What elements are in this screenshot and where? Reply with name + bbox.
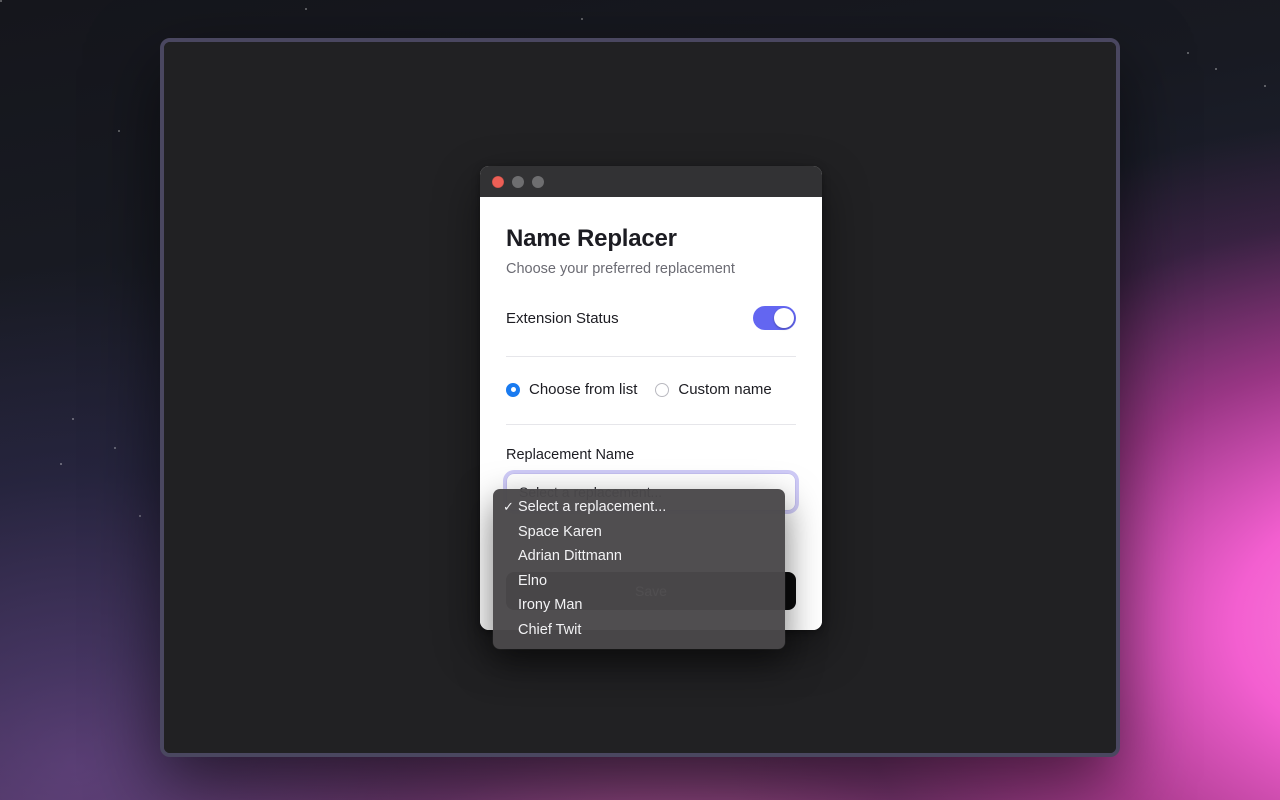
wallpaper-star bbox=[139, 515, 141, 517]
wallpaper-star bbox=[72, 418, 74, 420]
replacement-name-dropdown-menu[interactable]: ✓ Select a replacement... Space Karen Ad… bbox=[493, 489, 785, 649]
dropdown-item-adrian-dittmann[interactable]: Adrian Dittmann bbox=[493, 544, 785, 569]
zoom-window-button[interactable] bbox=[532, 175, 544, 188]
dropdown-item-label: Elno bbox=[518, 572, 548, 589]
wallpaper-star bbox=[581, 18, 583, 20]
dropdown-item-elno[interactable]: Elno bbox=[493, 569, 785, 594]
dropdown-item-label: Select a replacement... bbox=[518, 499, 667, 516]
dropdown-item-label: Irony Man bbox=[518, 597, 583, 614]
wallpaper-star bbox=[118, 130, 120, 132]
dropdown-item-label: Chief Twit bbox=[518, 621, 582, 638]
extension-status-row: Extension Status bbox=[506, 306, 796, 331]
wallpaper-star bbox=[305, 8, 307, 10]
radio-icon-unchecked bbox=[655, 382, 670, 397]
popup-titlebar bbox=[480, 166, 822, 197]
dropdown-item-space-karen[interactable]: Space Karen bbox=[493, 520, 785, 545]
checkmark-icon: ✓ bbox=[503, 499, 514, 515]
wallpaper-star bbox=[60, 463, 62, 465]
radio-option-choose-from-list[interactable]: Choose from list bbox=[506, 381, 637, 398]
desktop-wallpaper: Name Replacer Choose your preferred repl… bbox=[0, 0, 1280, 800]
dropdown-item-irony-man[interactable]: Irony Man bbox=[493, 593, 785, 618]
page-subtitle: Choose your preferred replacement bbox=[506, 260, 735, 277]
divider-bottom bbox=[506, 424, 796, 426]
close-window-button[interactable] bbox=[492, 175, 504, 188]
extension-status-toggle[interactable] bbox=[753, 306, 796, 331]
divider-top bbox=[506, 356, 796, 358]
browser-window: Name Replacer Choose your preferred repl… bbox=[160, 38, 1120, 757]
wallpaper-star bbox=[1264, 85, 1266, 87]
page-title: Name Replacer bbox=[506, 225, 677, 252]
radio-icon-checked bbox=[506, 382, 520, 397]
extension-status-label: Extension Status bbox=[506, 309, 619, 327]
radio-label-choose-from-list: Choose from list bbox=[529, 381, 638, 399]
mode-radio-group: Choose from list Custom name bbox=[506, 381, 796, 398]
replacement-name-label: Replacement Name bbox=[506, 447, 635, 464]
dropdown-item-chief-twit[interactable]: Chief Twit bbox=[493, 618, 785, 643]
wallpaper-star bbox=[0, 0, 2, 2]
dropdown-item-label: Space Karen bbox=[518, 523, 602, 540]
dropdown-item-label: Adrian Dittmann bbox=[518, 548, 622, 565]
dropdown-item-select-a-replacement[interactable]: ✓ Select a replacement... bbox=[493, 495, 785, 520]
radio-label-custom-name: Custom name bbox=[678, 381, 772, 399]
minimize-window-button[interactable] bbox=[512, 175, 524, 188]
toggle-knob bbox=[774, 308, 794, 329]
radio-option-custom-name[interactable]: Custom name bbox=[655, 381, 772, 399]
wallpaper-star bbox=[1187, 52, 1189, 54]
wallpaper-star bbox=[1215, 68, 1217, 70]
wallpaper-star bbox=[114, 447, 116, 449]
